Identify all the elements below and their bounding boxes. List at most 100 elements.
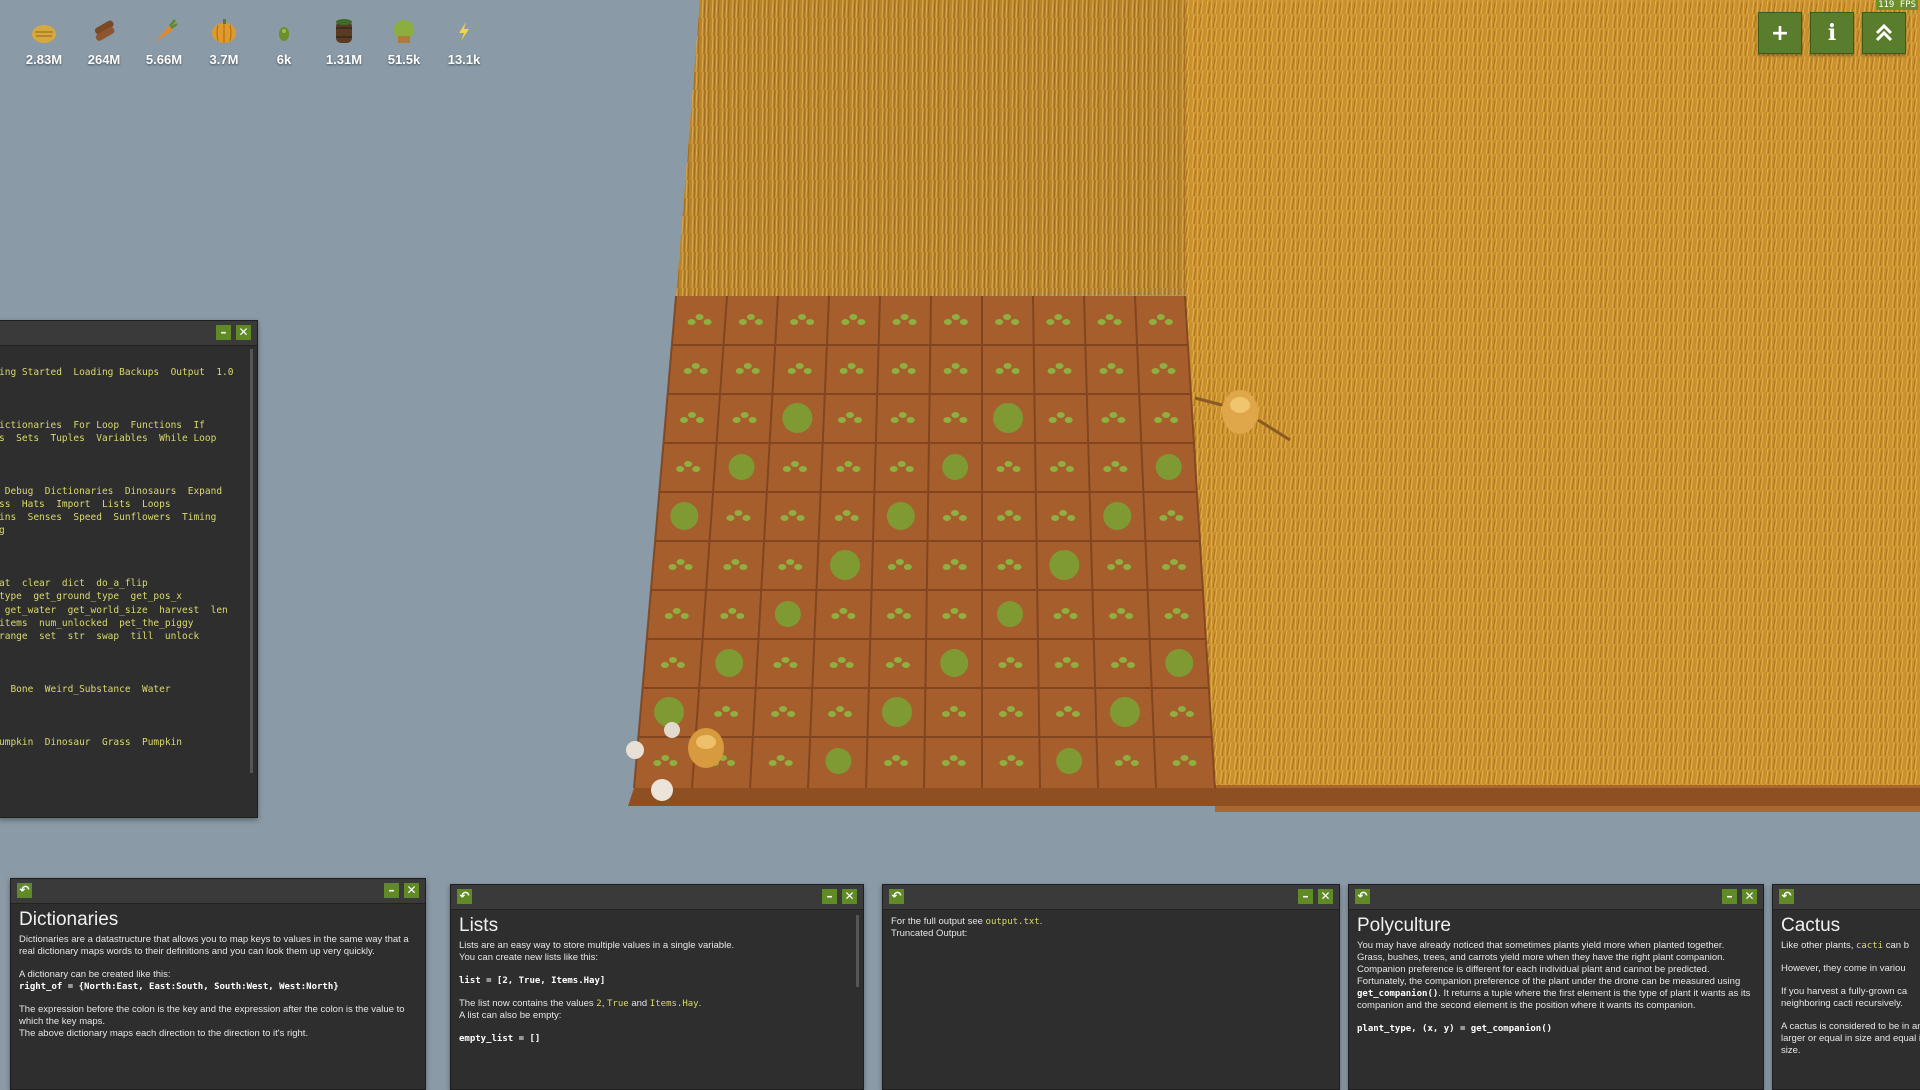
editor-line[interactable]: at clear dict do_a_flip [0, 577, 257, 590]
cactus-titlebar[interactable]: ↶ [1773, 885, 1920, 910]
carrot-icon [155, 19, 178, 42]
sprout-plant [837, 657, 846, 663]
editor-line[interactable] [0, 379, 257, 392]
editor-line[interactable] [0, 458, 257, 471]
sprout-plant [1105, 314, 1114, 320]
sprout-plant [958, 613, 967, 619]
lists-p1: Lists are an easy way to store multiple … [459, 940, 735, 951]
output-back-button[interactable]: ↶ [889, 889, 904, 904]
editor-line[interactable] [0, 643, 257, 656]
dictionaries-doc-window[interactable]: ↶ – ✕ Dictionaries Dictionaries are a da… [10, 878, 426, 1090]
editor-line[interactable]: items num_unlocked pet_the_piggy [0, 617, 257, 630]
editor-line[interactable]: umpkin Dinosaur Grass Pumpkin [0, 736, 257, 749]
editor-line[interactable] [0, 696, 257, 709]
editor-line[interactable]: Debug Dictionaries Dinosaurs Expand [0, 485, 257, 498]
close-icon: ✕ [238, 325, 249, 339]
resource-carrot: 5.66M [134, 14, 194, 67]
editor-line[interactable] [0, 670, 257, 683]
editor-line[interactable] [0, 445, 257, 458]
editor-line[interactable] [0, 656, 257, 669]
output-close-button[interactable]: ✕ [1318, 889, 1333, 904]
sprout-plant [959, 319, 968, 325]
editor-line[interactable]: ictionaries For Loop Functions If [0, 419, 257, 432]
sprout-plant [751, 368, 760, 374]
editor-titlebar[interactable]: – ✕ [0, 321, 257, 346]
editor-line[interactable] [0, 709, 257, 722]
dictionaries-close-button[interactable]: ✕ [404, 883, 419, 898]
polyculture-titlebar[interactable]: ↶ – ✕ [1349, 885, 1763, 910]
sprout-plant [796, 515, 805, 521]
lists-p3-value-true: True [607, 999, 629, 1009]
sprout-plant [794, 564, 803, 570]
sprout-plant [887, 564, 896, 570]
bush-plant [1049, 550, 1080, 580]
editor-line[interactable]: range set str swap till unlock [0, 630, 257, 643]
dictionaries-back-button[interactable]: ↶ [17, 883, 32, 898]
sprout-plant [776, 755, 785, 761]
output-file-link[interactable]: output.txt [986, 917, 1040, 927]
editor-line[interactable]: type get_ground_type get_pos_x [0, 590, 257, 603]
editor-line[interactable] [0, 538, 257, 551]
polyculture-close-button[interactable]: ✕ [1742, 889, 1757, 904]
editor-line[interactable]: Bone Weird_Substance Water [0, 683, 257, 696]
lists-close-button[interactable]: ✕ [842, 889, 857, 904]
sprout-plant [1063, 368, 1072, 374]
collapse-up-button[interactable] [1862, 12, 1906, 54]
hay-icon [32, 25, 56, 43]
polyculture-doc-window[interactable]: ↶ – ✕ Polyculture You may have already n… [1348, 884, 1764, 1090]
editor-line[interactable]: g [0, 524, 257, 537]
editor-line[interactable] [0, 564, 257, 577]
editor-line[interactable]: ing Started Loading Backups Output 1.0 [0, 366, 257, 379]
sprout-plant [1126, 662, 1135, 668]
code-editor-window[interactable]: – ✕ ing Started Loading Backups Output 1… [0, 320, 258, 818]
sprout-plant [782, 466, 791, 472]
editor-line[interactable]: ss Hats Import Lists Loops [0, 498, 257, 511]
editor-minimize-button[interactable]: – [216, 325, 231, 340]
sprout-plant [907, 368, 916, 374]
sprout-plant [1185, 711, 1194, 717]
sprout-plant [849, 314, 858, 320]
output-window[interactable]: ↶ – ✕ For the full output see output.txt… [882, 884, 1340, 1090]
sprout-plant [850, 515, 859, 521]
editor-line[interactable] [0, 551, 257, 564]
output-minimize-button[interactable]: – [1298, 889, 1313, 904]
lists-minimize-button[interactable]: – [822, 889, 837, 904]
editor-line[interactable] [0, 472, 257, 485]
editor-line[interactable] [0, 406, 257, 419]
lists-doc-window[interactable]: ↶ – ✕ Lists Lists are an easy way to sto… [450, 884, 864, 1090]
polyculture-minimize-button[interactable]: – [1722, 889, 1737, 904]
lists-back-button[interactable]: ↶ [457, 889, 472, 904]
close-icon: ✕ [1744, 889, 1755, 903]
sprout-plant [905, 466, 914, 472]
editor-line[interactable]: s Sets Tuples Variables While Loop [0, 432, 257, 445]
editor-code[interactable]: ing Started Loading Backups Output 1.0 i… [0, 346, 257, 749]
sprout-plant [897, 461, 906, 467]
lists-titlebar[interactable]: ↶ – ✕ [451, 885, 863, 910]
close-icon: ✕ [844, 889, 855, 903]
output-titlebar[interactable]: ↶ – ✕ [883, 885, 1339, 910]
output-line-2: Truncated Output: [891, 928, 968, 939]
editor-scrollbar[interactable] [250, 349, 253, 773]
sprout-plant [1103, 466, 1112, 472]
add-button[interactable]: + [1758, 12, 1802, 54]
dictionaries-titlebar[interactable]: ↶ – ✕ [11, 879, 425, 904]
lists-scrollbar[interactable] [856, 915, 859, 987]
minimize-icon: – [1302, 889, 1309, 903]
editor-line[interactable]: get_water get_world_size harvest len [0, 604, 257, 617]
sprout-plant [1125, 613, 1134, 619]
sprout-plant [900, 314, 909, 320]
sprout-plant [1003, 363, 1012, 369]
sprout-plant [723, 564, 732, 570]
dictionaries-minimize-button[interactable]: – [384, 883, 399, 898]
editor-close-button[interactable]: ✕ [236, 325, 251, 340]
info-button[interactable]: i [1810, 12, 1854, 54]
sprout-plant [687, 319, 696, 325]
cactus-back-button[interactable]: ↶ [1779, 889, 1794, 904]
sprout-plant [886, 613, 895, 619]
cactus-doc-window[interactable]: ↶ Cactus Like other plants, cacti can b … [1772, 884, 1920, 1090]
editor-line[interactable] [0, 722, 257, 735]
editor-line[interactable]: ins Senses Speed Sunflowers Timing [0, 511, 257, 524]
editor-line[interactable] [0, 392, 257, 405]
sprout-plant [957, 711, 966, 717]
polyculture-back-button[interactable]: ↶ [1355, 889, 1370, 904]
